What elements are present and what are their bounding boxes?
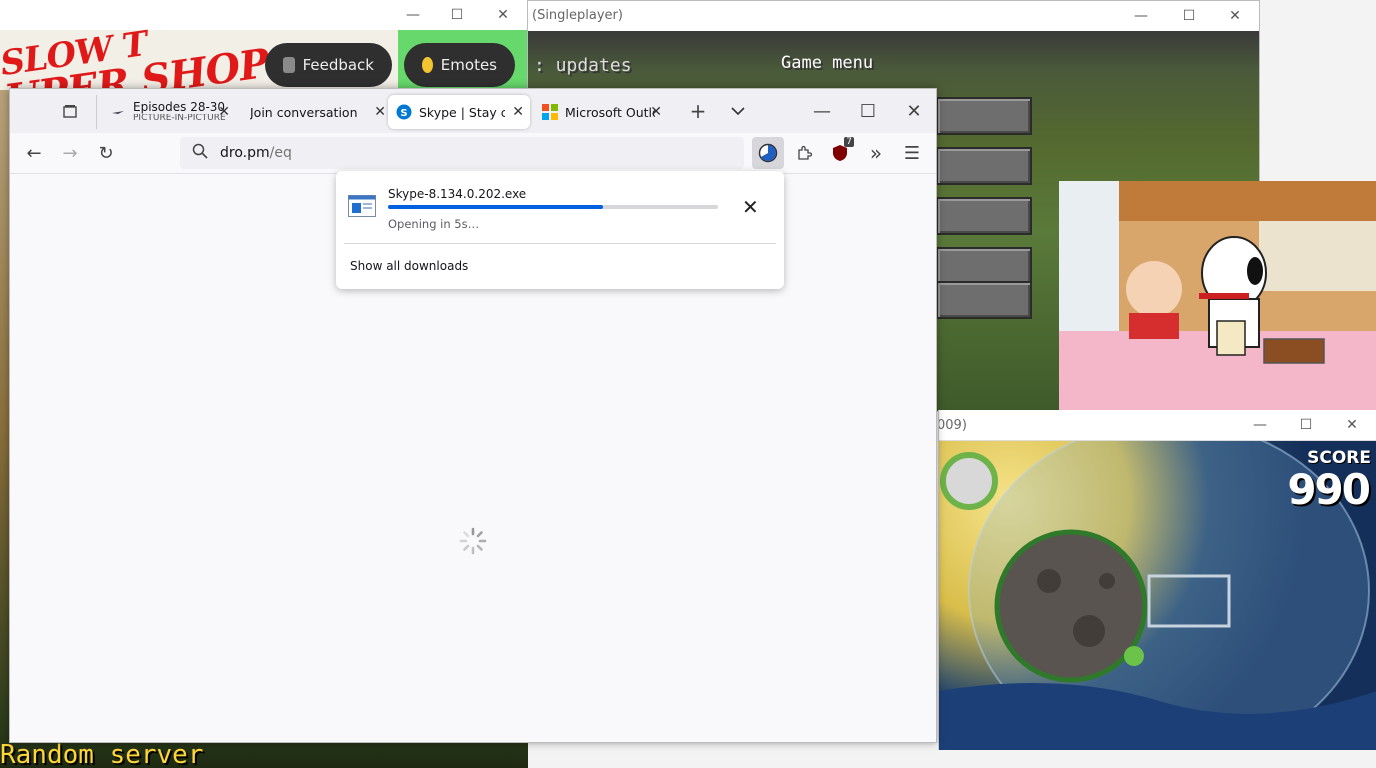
back-arrow-icon[interactable]: ← [18,137,50,169]
score-value: 990 [1287,465,1371,514]
emotes-label: Emotes [440,56,497,74]
feedback-label: Feedback [302,56,374,74]
random-server-label[interactable]: Random server [0,740,204,768]
downloads-divider [344,243,776,244]
maximize-icon[interactable]: ☐ [852,95,884,127]
tab-skype[interactable]: S Skype | Stay conn ✕ [388,95,530,129]
menu-button-5[interactable] [936,281,1032,319]
close-icon[interactable]: ✕ [650,104,662,120]
svg-text:S: S [400,108,407,119]
new-tab-icon[interactable]: + [682,95,714,127]
maximize-icon[interactable]: ☐ [434,0,480,30]
menu-button-2[interactable] [936,147,1032,185]
angry-birds-window: 009) — ☐ ✕ SCORE 990 [938,410,1376,750]
chevron-down-icon[interactable] [722,95,754,127]
emote-face-icon [422,57,433,73]
picture-in-picture-video[interactable] [1059,181,1376,411]
minimize-icon[interactable]: — [1118,1,1164,31]
download-status: Opening in 5s… [388,217,480,231]
game-menu-title: Game menu [781,53,874,73]
feedback-icon [283,57,295,73]
minimize-icon[interactable]: — [806,95,838,127]
close-icon[interactable]: ✕ [480,0,526,30]
url-text: dro.pm/eq [220,145,292,161]
microsoft-logo-icon [542,104,558,120]
overflow-chevron-icon[interactable]: » [860,137,892,169]
firefox-view-icon[interactable] [54,95,86,127]
minecraft-titlebar: (Singleplayer) — ☐ ✕ [528,1,1259,31]
cartoon-kitchen-scene [1059,181,1376,411]
close-icon[interactable]: ✕ [218,104,230,120]
downloads-button[interactable] [752,137,784,169]
menu-button-1[interactable] [936,97,1032,135]
feedback-button[interactable]: Feedback [265,43,392,87]
tab-join-label: Join conversation [250,104,358,120]
forward-arrow-icon[interactable]: → [54,137,86,169]
minimize-icon[interactable]: — [1237,410,1283,440]
download-progress-bar [388,205,718,209]
extensions-puzzle-icon[interactable] [788,137,820,169]
hamburger-menu-icon[interactable]: ☰ [896,137,928,169]
maximize-icon[interactable]: ☐ [1283,410,1329,440]
close-icon[interactable]: ✕ [374,104,386,120]
ublock-shield-icon[interactable]: 7 [824,137,856,169]
installer-file-icon [348,195,376,221]
downloads-panel: Skype-8.134.0.202.exe Opening in 5s… ✕ S… [336,171,784,289]
skype-icon: S [396,104,412,120]
tab-episodes-label: Episodes 28-30 | [133,100,228,114]
extension-badge-count: 7 [844,137,854,147]
url-path: /eq [269,145,292,161]
tab-outlook[interactable]: Microsoft Outlo ✕ [534,95,668,129]
tab-episodes[interactable]: Episodes 28-30 | PICTURE-IN-PICTURE ✕ [102,95,236,129]
minecraft-window-title: (Singleplayer) [532,8,623,23]
close-icon[interactable]: ✕ [1212,1,1258,31]
angry-birds-window-title: 009) [938,418,967,433]
maximize-icon[interactable]: ☐ [1166,1,1212,31]
angry-birds-titlebar: 009) — ☐ ✕ [939,410,1376,441]
search-icon [192,143,208,163]
menu-button-4[interactable] [936,247,1032,285]
tab-episodes-sublabel: PICTURE-IN-PICTURE [133,113,226,123]
updates-text: : updates [534,55,632,76]
url-host: dro.pm [220,145,270,161]
show-all-downloads-button[interactable]: Show all downloads [350,259,468,273]
close-icon[interactable]: ✕ [898,95,930,127]
minimize-icon[interactable]: — [390,0,436,30]
menu-button-3[interactable] [936,197,1032,235]
close-icon[interactable]: ✕ [1329,410,1375,440]
emotes-button[interactable]: Emotes [404,43,515,87]
tab-skype-label: Skype | Stay conn [419,104,505,120]
download-progress-fill [388,205,603,209]
tab-join-conversation[interactable]: Join conversation ✕ [242,95,392,129]
reload-icon[interactable]: ↻ [90,137,122,169]
tab-strip: Episodes 28-30 | PICTURE-IN-PICTURE ✕ Jo… [10,89,936,133]
tab-outlook-label: Microsoft Outlo [565,104,655,120]
background-window-titlebar: — ☐ ✕ [0,0,528,30]
cancel-download-icon[interactable]: ✕ [742,195,759,219]
close-icon[interactable]: ✕ [512,104,524,120]
bird-favicon-icon [110,104,126,120]
loading-spinner-icon [459,527,487,555]
download-progress-icon [758,143,778,163]
firefox-window: Episodes 28-30 | PICTURE-IN-PICTURE ✕ Jo… [9,88,937,743]
download-file-name[interactable]: Skype-8.134.0.202.exe [388,187,526,201]
address-bar[interactable]: dro.pm/eq [180,137,744,169]
navigation-toolbar: ← → ↻ dro.pm/eq 7 » ☰ [10,133,936,174]
